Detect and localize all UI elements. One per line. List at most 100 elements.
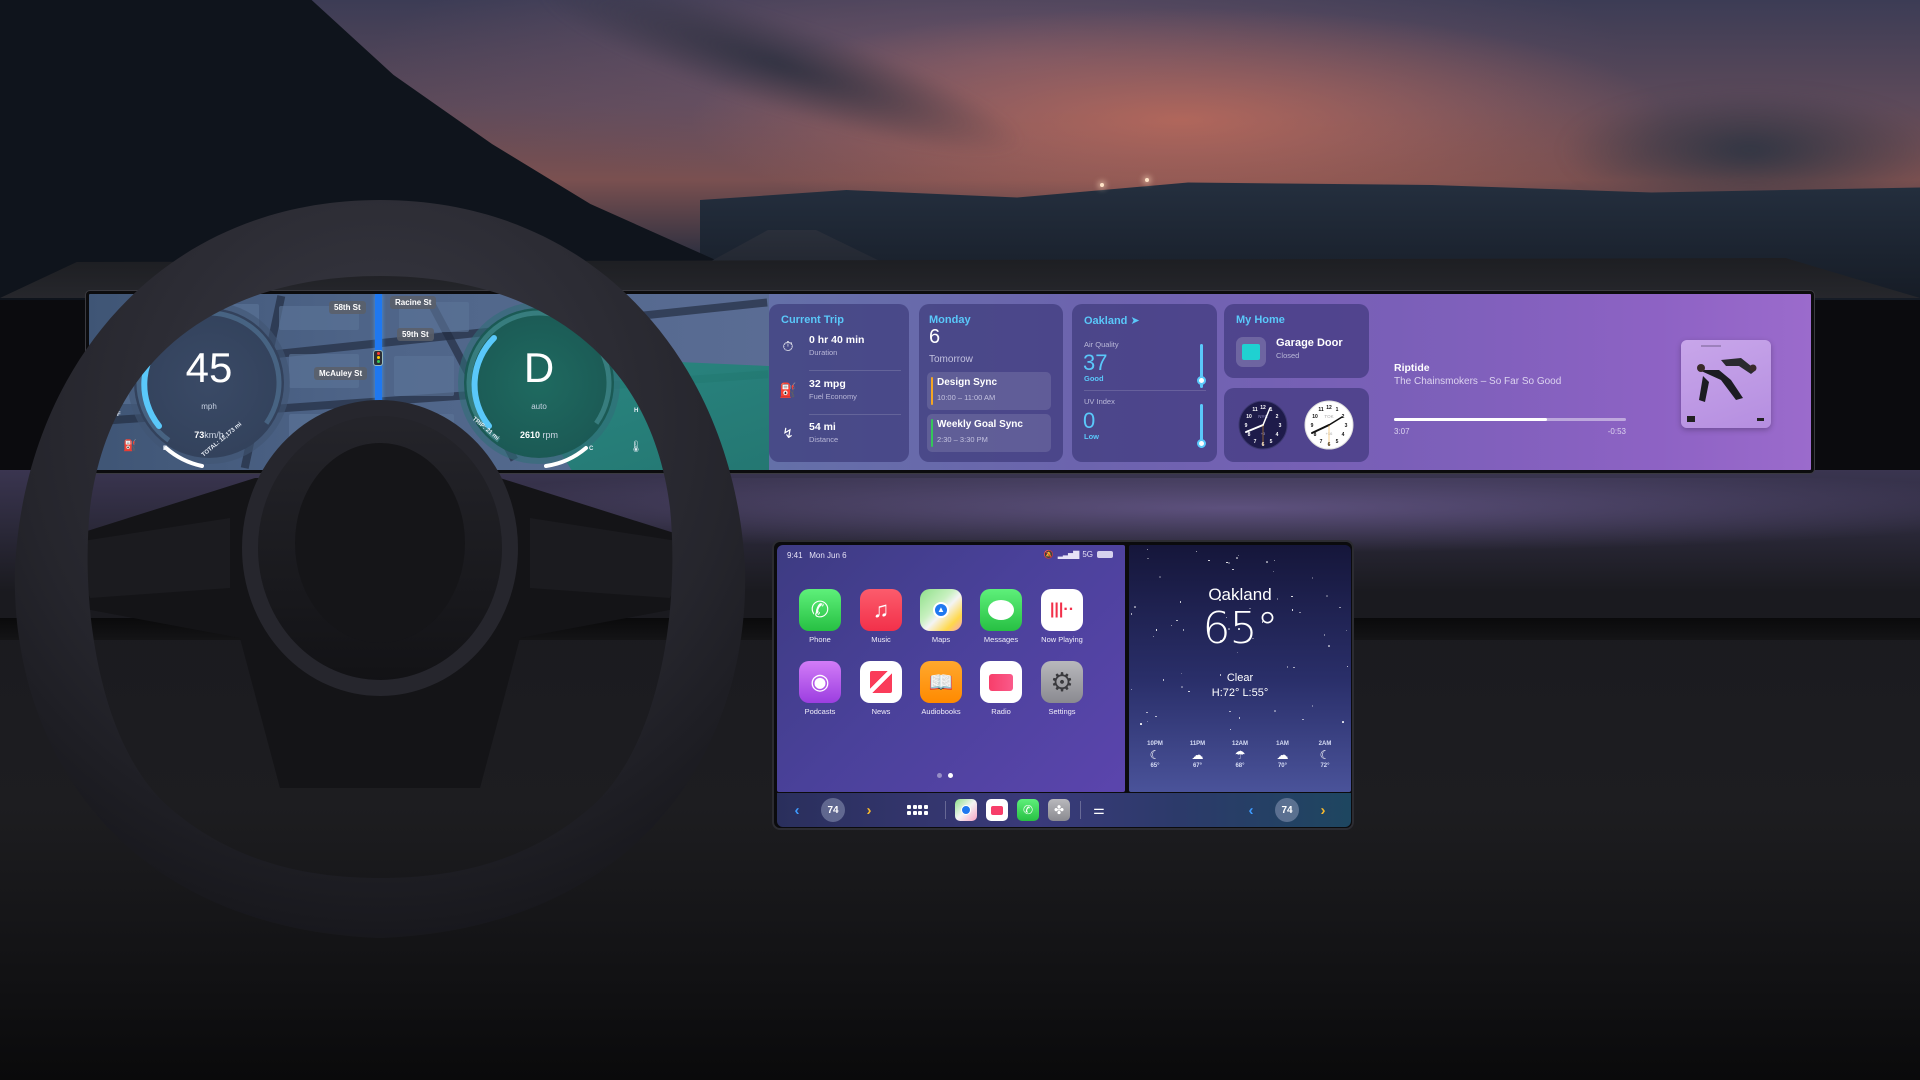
star: [1237, 554, 1240, 557]
star: [1273, 559, 1276, 562]
app-settings[interactable]: ⚙ Settings: [1034, 661, 1090, 716]
app-phone[interactable]: ✆ Phone: [792, 589, 848, 644]
trip-distance-label: Distance: [809, 435, 839, 444]
calendar-event[interactable]: Weekly Goal Sync 2:30 – 3:30 PM: [927, 414, 1051, 452]
svg-text:11: 11: [1252, 407, 1258, 413]
dock-phone-button[interactable]: ✆: [1017, 799, 1039, 821]
svg-text:1: 1: [1336, 407, 1339, 413]
app-label: Messages: [983, 635, 1019, 644]
star: [1236, 557, 1238, 559]
app-audiobooks[interactable]: 📖 Audiobooks: [913, 661, 969, 716]
calendar-event[interactable]: Design Sync 10:00 – 11:00 AM: [927, 372, 1051, 410]
remaining-time: -0:53: [1607, 427, 1626, 436]
star: [1159, 576, 1161, 578]
playback-progress-bar[interactable]: [1394, 418, 1626, 421]
message-bubble-icon: [980, 589, 1022, 631]
trip-distance-value: 54 mi: [809, 421, 836, 433]
song-title: Riptide: [1394, 362, 1430, 374]
right-temp-increase-button[interactable]: ›: [1315, 799, 1331, 821]
moon-stars-icon: ☾: [1149, 748, 1161, 762]
left-temp-increase-button[interactable]: ›: [861, 799, 877, 821]
home-widget[interactable]: My Home Garage Door Closed: [1224, 304, 1369, 378]
news-icon: [860, 661, 902, 703]
toggle-controls-icon: ⚌: [1093, 802, 1105, 817]
app-maps[interactable]: ▲ Maps: [913, 589, 969, 644]
app-radio[interactable]: Radio: [973, 661, 1029, 716]
star: [1342, 721, 1344, 723]
temp-cold-label: C: [589, 446, 594, 452]
left-temp-display[interactable]: 74: [821, 798, 845, 822]
elapsed-time: 3:07: [1394, 427, 1410, 436]
air-quality-meter: [1197, 344, 1206, 388]
gear-icon: ⚙: [1041, 661, 1083, 703]
divider: [1084, 390, 1206, 391]
event-time: 10:00 – 11:00 AM: [937, 393, 996, 402]
gear-value: D: [523, 344, 555, 391]
calendar-widget[interactable]: Monday 6 Tomorrow Design Sync 10:00 – 11…: [919, 304, 1063, 462]
garage-door-icon[interactable]: [1236, 337, 1266, 367]
coolant-temp-icon: 🌡: [629, 441, 643, 453]
air-quality-meter-knob: [1197, 375, 1206, 385]
carplay-weather-widget[interactable]: Oakland 65° Clear H:72° L:55° 10PM ☾ 65°…: [1129, 545, 1351, 792]
world-clock-tok: 12123 4567 891011 TOK +16: [1304, 400, 1354, 450]
page-dot[interactable]: [937, 773, 942, 778]
album-art[interactable]: [1681, 340, 1771, 428]
app-grid-button[interactable]: [907, 799, 928, 821]
radio-icon: [991, 805, 1003, 815]
weather-city-name: Oakland: [1084, 315, 1128, 327]
hour-temp: 67°: [1192, 763, 1203, 769]
controls-toggle-button[interactable]: ⚌: [1091, 799, 1107, 821]
speedometer: 45 mph 73km/h: [134, 308, 284, 468]
calendar-weekday: Monday: [929, 314, 971, 326]
event-title: Weekly Goal Sync: [937, 419, 1023, 430]
uv-index-meter: [1197, 404, 1206, 448]
hour-temp: 70°: [1277, 763, 1288, 769]
world-clock-widget[interactable]: 12123 4567 891011 NYC +3 12123 456: [1224, 388, 1369, 462]
right-temp-display[interactable]: 74: [1275, 798, 1299, 822]
speed-unit: mph: [201, 402, 217, 411]
svg-text:7: 7: [1320, 439, 1323, 445]
maps-icon: ▲: [920, 589, 962, 631]
star: [1229, 728, 1232, 731]
world-clock-nyc: 12123 4567 891011 NYC +3: [1238, 400, 1288, 450]
uv-index-value: 0: [1083, 408, 1096, 433]
speed-metric: 73km/h: [134, 430, 284, 440]
star: [1146, 711, 1148, 714]
trip-duration-label: Duration: [809, 348, 838, 357]
status-time: 9:41: [787, 551, 803, 560]
status-bar-left: 9:41 Mon Jun 6: [787, 551, 847, 560]
event-color-bar: [931, 419, 933, 447]
uv-index-meter-knob: [1197, 439, 1206, 448]
right-temp-decrease-button[interactable]: ‹: [1243, 799, 1259, 821]
left-temp-decrease-button[interactable]: ‹: [789, 799, 805, 821]
app-news[interactable]: News: [853, 661, 909, 716]
page-dot-active[interactable]: [948, 773, 953, 778]
home-accessory-status: Closed: [1276, 351, 1300, 360]
air-quality-value: 37: [1083, 350, 1108, 375]
star: [1311, 705, 1314, 707]
hour-temp: 65°: [1150, 763, 1160, 769]
app-label: Maps: [931, 635, 951, 644]
star: [1293, 666, 1295, 669]
app-messages[interactable]: Messages: [973, 589, 1029, 644]
dock-maps-button[interactable]: [955, 799, 977, 821]
app-label: Now Playing: [1041, 635, 1083, 644]
star: [1147, 557, 1149, 560]
hourly-item: 12AM ☂ 68°: [1222, 741, 1258, 769]
speed-kmh-value: 73: [194, 430, 205, 440]
app-music[interactable]: ♫ Music: [853, 589, 909, 644]
app-now-playing[interactable]: |||·· Now Playing: [1034, 589, 1090, 644]
svg-text:12: 12: [1326, 405, 1332, 411]
svg-text:TOK: TOK: [1324, 414, 1333, 419]
page-indicator[interactable]: [937, 773, 953, 778]
app-podcasts[interactable]: ◉ Podcasts: [792, 661, 848, 716]
dock-radio-button[interactable]: [986, 799, 1008, 821]
air-quality-widget[interactable]: Oakland ➤ Air Quality 37 Good UV Index 0…: [1072, 304, 1217, 462]
carplay-dock: ‹ 74 › ✆ ✤ ⚌ ‹ 74 ›: [777, 793, 1351, 827]
svg-text:3: 3: [1345, 423, 1348, 429]
dock-climate-button[interactable]: ✤: [1048, 799, 1070, 821]
svg-text:8: 8: [1248, 432, 1251, 438]
phone-icon: ✆: [799, 589, 841, 631]
now-playing-widget[interactable]: Riptide The Chainsmokers – So Far So Goo…: [1379, 304, 1799, 462]
current-trip-widget[interactable]: Current Trip ⏱ 0 hr 40 min Duration ⛽ 32…: [769, 304, 909, 462]
